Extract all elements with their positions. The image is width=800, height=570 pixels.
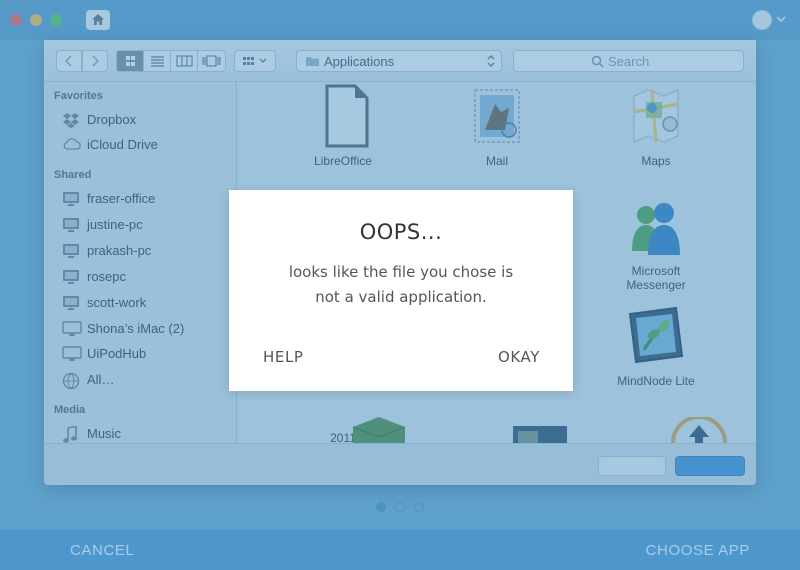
cancel-button[interactable]: CANCEL: [70, 542, 134, 559]
error-alert: OOPS... looks like the file you chose is…: [229, 190, 573, 391]
choose-app-button[interactable]: CHOOSE APP: [646, 542, 750, 559]
bottom-action-bar: CANCEL CHOOSE APP: [0, 530, 800, 570]
alert-message-line-1: looks like the file you chose is: [288, 263, 514, 281]
alert-message: looks like the file you chose is not a v…: [259, 260, 543, 310]
page-dot-2[interactable]: [395, 502, 405, 512]
alert-title: OOPS...: [359, 220, 443, 244]
alert-message-line-2: not a valid application.: [315, 288, 487, 306]
page-indicator: [376, 502, 426, 514]
page-dot-3[interactable]: [414, 502, 424, 512]
page-dot-1[interactable]: [376, 502, 386, 512]
okay-button[interactable]: OKAY: [498, 348, 540, 366]
help-button[interactable]: HELP: [263, 348, 304, 366]
